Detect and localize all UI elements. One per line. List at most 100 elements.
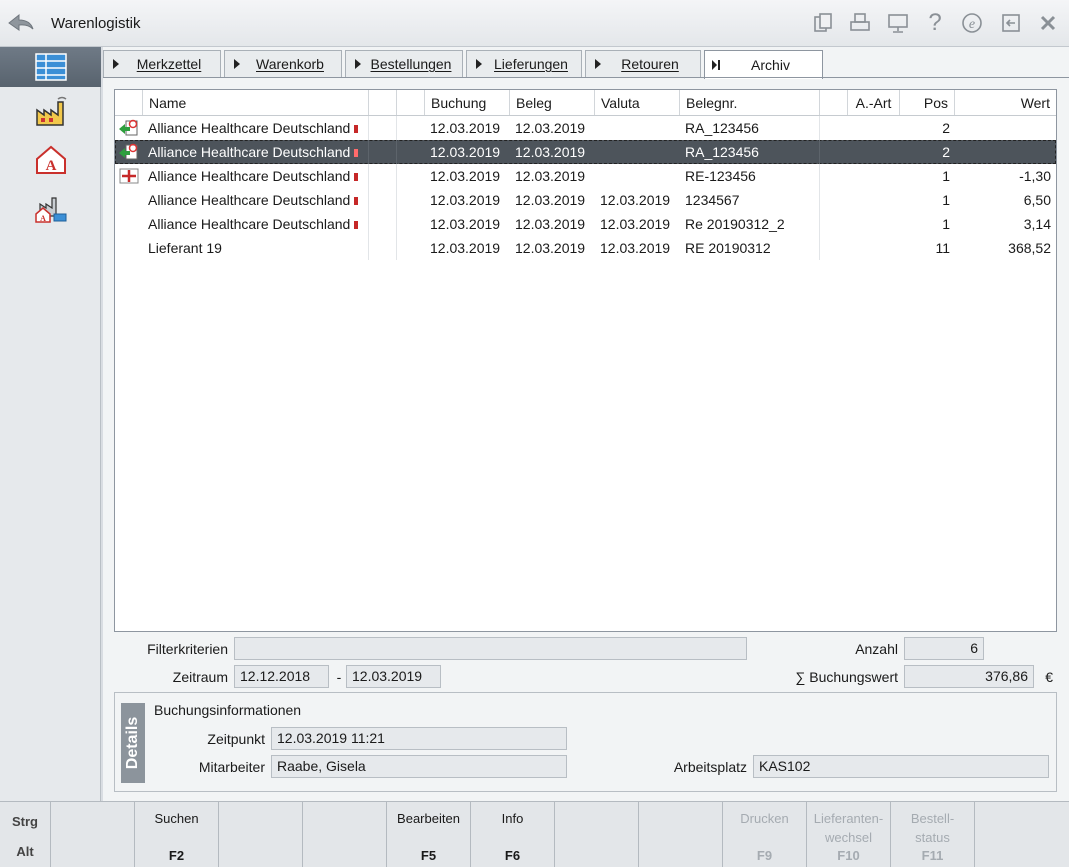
filterkriterien-label: Filterkriterien	[147, 641, 228, 657]
fkey-f8[interactable]	[639, 802, 723, 867]
tab-archiv[interactable]: Archiv	[704, 50, 823, 79]
strg-key-label: Strg	[12, 814, 38, 829]
main-content: Merkzettel Warenkorb Bestellungen Liefer…	[103, 47, 1069, 801]
details-panel: Details Buchungsinformationen Zeitpunkt …	[114, 692, 1057, 792]
nav-factory[interactable]	[0, 92, 101, 132]
tab-bestellungen[interactable]: Bestellungen	[345, 50, 463, 77]
col-header-empty[interactable]	[369, 90, 397, 115]
modifier-keys: Strg Alt	[0, 802, 51, 867]
col-header-name[interactable]: Name	[143, 90, 369, 115]
cell-beleg: 12.03.2019	[515, 168, 586, 184]
table-row[interactable]: Alliance Healthcare Deutschland 12.03.201…	[115, 140, 1056, 164]
suchen-button[interactable]: Suchen F2	[135, 802, 219, 867]
nav-warenlogistik-list[interactable]	[0, 47, 101, 87]
left-navigation: A A	[0, 47, 101, 801]
col-header-pos[interactable]: Pos	[900, 90, 955, 115]
col-header-belegnr[interactable]: Belegnr.	[680, 90, 820, 115]
details-heading: Buchungsinformationen	[154, 702, 302, 718]
col-header-a-art[interactable]: A.-Art	[848, 90, 900, 115]
fkey-f4[interactable]	[303, 802, 387, 867]
fkey-f1[interactable]	[51, 802, 135, 867]
buchungswert-value: 376,86	[904, 665, 1034, 688]
fkey-f7[interactable]	[555, 802, 639, 867]
archive-table[interactable]: Name Buchung Beleg Valuta Belegnr. A.-Ar…	[114, 89, 1057, 632]
cell-belegnr: RE-123456	[685, 168, 756, 184]
cell-name: Alliance Healthcare Deutschland	[143, 140, 369, 164]
nav-pharmacy[interactable]: A	[0, 140, 101, 180]
printer-icon[interactable]	[847, 10, 873, 36]
table-row[interactable]: Lieferant 19 12.03.2019 12.03.2019 12.03.20…	[115, 236, 1056, 260]
table-header: Name Buchung Beleg Valuta Belegnr. A.-Ar…	[115, 90, 1056, 116]
tab-lieferungen[interactable]: Lieferungen	[466, 50, 582, 77]
zeitraum-to-field[interactable]: 12.03.2019	[346, 665, 441, 688]
flag-marker-icon	[354, 221, 359, 230]
arbeitsplatz-label: Arbeitsplatz	[673, 759, 747, 775]
cell-valuta: 12.03.2019	[600, 240, 671, 256]
exit-window-icon[interactable]	[998, 10, 1024, 36]
copy-icon[interactable]	[810, 10, 836, 36]
cell-belegnr: RA_123456	[685, 120, 759, 136]
cell-buchung: 12.03.2019	[430, 192, 501, 208]
drucken-button[interactable]: Drucken F9	[723, 802, 807, 867]
col-header-empty[interactable]	[820, 90, 848, 115]
cell-name: Alliance Healthcare Deutschland	[143, 212, 369, 236]
alt-key-label: Alt	[16, 844, 34, 859]
fkey-f3[interactable]	[219, 802, 303, 867]
close-icon[interactable]	[1035, 10, 1061, 36]
cell-belegnr: RA_123456	[685, 144, 759, 160]
mitarbeiter-label: Mitarbeiter	[198, 759, 265, 775]
tab-retouren[interactable]: Retouren	[585, 50, 701, 77]
col-header-buchung[interactable]: Buchung	[425, 90, 510, 115]
lieferantenwechsel-button[interactable]: Lieferanten- wechsel F10	[807, 802, 891, 867]
cell-wert: -1,30	[1019, 168, 1051, 184]
anzahl-value: 6	[904, 637, 984, 660]
fkey-f12[interactable]	[975, 802, 1069, 867]
col-header-valuta[interactable]: Valuta	[595, 90, 680, 115]
cell-aart	[848, 236, 900, 260]
flag-marker-icon	[354, 173, 359, 182]
cell-wert: 6,50	[1023, 192, 1051, 208]
zeitraum-label: Zeitraum	[172, 669, 228, 685]
zeitraum-from-field[interactable]: 12.12.2018	[234, 665, 329, 688]
col-header-beleg[interactable]: Beleg	[510, 90, 595, 115]
bearbeiten-button[interactable]: Bearbeiten F5	[387, 802, 471, 867]
buchungswert-label: ∑ Buchungswert	[795, 669, 898, 685]
e-icon[interactable]: e	[959, 10, 985, 36]
tab-warenkorb[interactable]: Warenkorb	[224, 50, 342, 77]
back-arrow-icon[interactable]	[6, 10, 36, 36]
help-icon[interactable]: ?	[922, 9, 948, 36]
cell-aart	[848, 164, 900, 188]
cell-aart	[848, 140, 900, 164]
cell-name: Lieferant 19	[148, 240, 222, 256]
monitor-icon[interactable]	[885, 10, 911, 36]
cell-aart	[848, 212, 900, 236]
filterkriterien-field[interactable]	[234, 637, 747, 660]
cell-name: Alliance Healthcare Deutschland	[143, 188, 369, 212]
currency-symbol: €	[1045, 669, 1053, 685]
bestellstatus-button[interactable]: Bestell- status F11	[891, 802, 975, 867]
cell-valuta: 12.03.2019	[600, 216, 671, 232]
cell-beleg: 12.03.2019	[515, 120, 586, 136]
col-header-wert[interactable]: Wert	[955, 90, 1056, 115]
nav-factory-pharmacy[interactable]: A	[0, 188, 101, 228]
col-header-empty[interactable]	[397, 90, 425, 115]
tab-bar: Merkzettel Warenkorb Bestellungen Liefer…	[103, 50, 1069, 79]
tab-merkzettel[interactable]: Merkzettel	[103, 50, 221, 77]
info-button[interactable]: Info F6	[471, 802, 555, 867]
cell-wert	[955, 140, 1056, 164]
cell-aart	[848, 188, 900, 212]
table-row[interactable]: Alliance Healthcare Deutschland 12.03.201…	[115, 164, 1056, 188]
cell-beleg: 12.03.2019	[515, 216, 586, 232]
list-grid-icon	[34, 53, 67, 81]
flag-marker-icon	[354, 125, 359, 134]
table-row[interactable]: Alliance Healthcare Deutschland 12.03.201…	[115, 188, 1056, 212]
function-key-bar: Strg Alt Suchen F2 Bearbeiten F5 Info F6 Dr…	[0, 801, 1069, 867]
cell-belegnr: 1234567	[685, 192, 740, 208]
anzahl-label: Anzahl	[855, 641, 898, 657]
table-row[interactable]: Alliance Healthcare Deutschland 12.03.201…	[115, 116, 1056, 140]
table-row[interactable]: Alliance Healthcare Deutschland 12.03.201…	[115, 212, 1056, 236]
factory-pharmacy-icon: A	[34, 197, 66, 223]
cell-valuta	[595, 116, 680, 140]
details-tab-label[interactable]: Details	[121, 703, 145, 783]
svg-text:A: A	[45, 158, 56, 174]
